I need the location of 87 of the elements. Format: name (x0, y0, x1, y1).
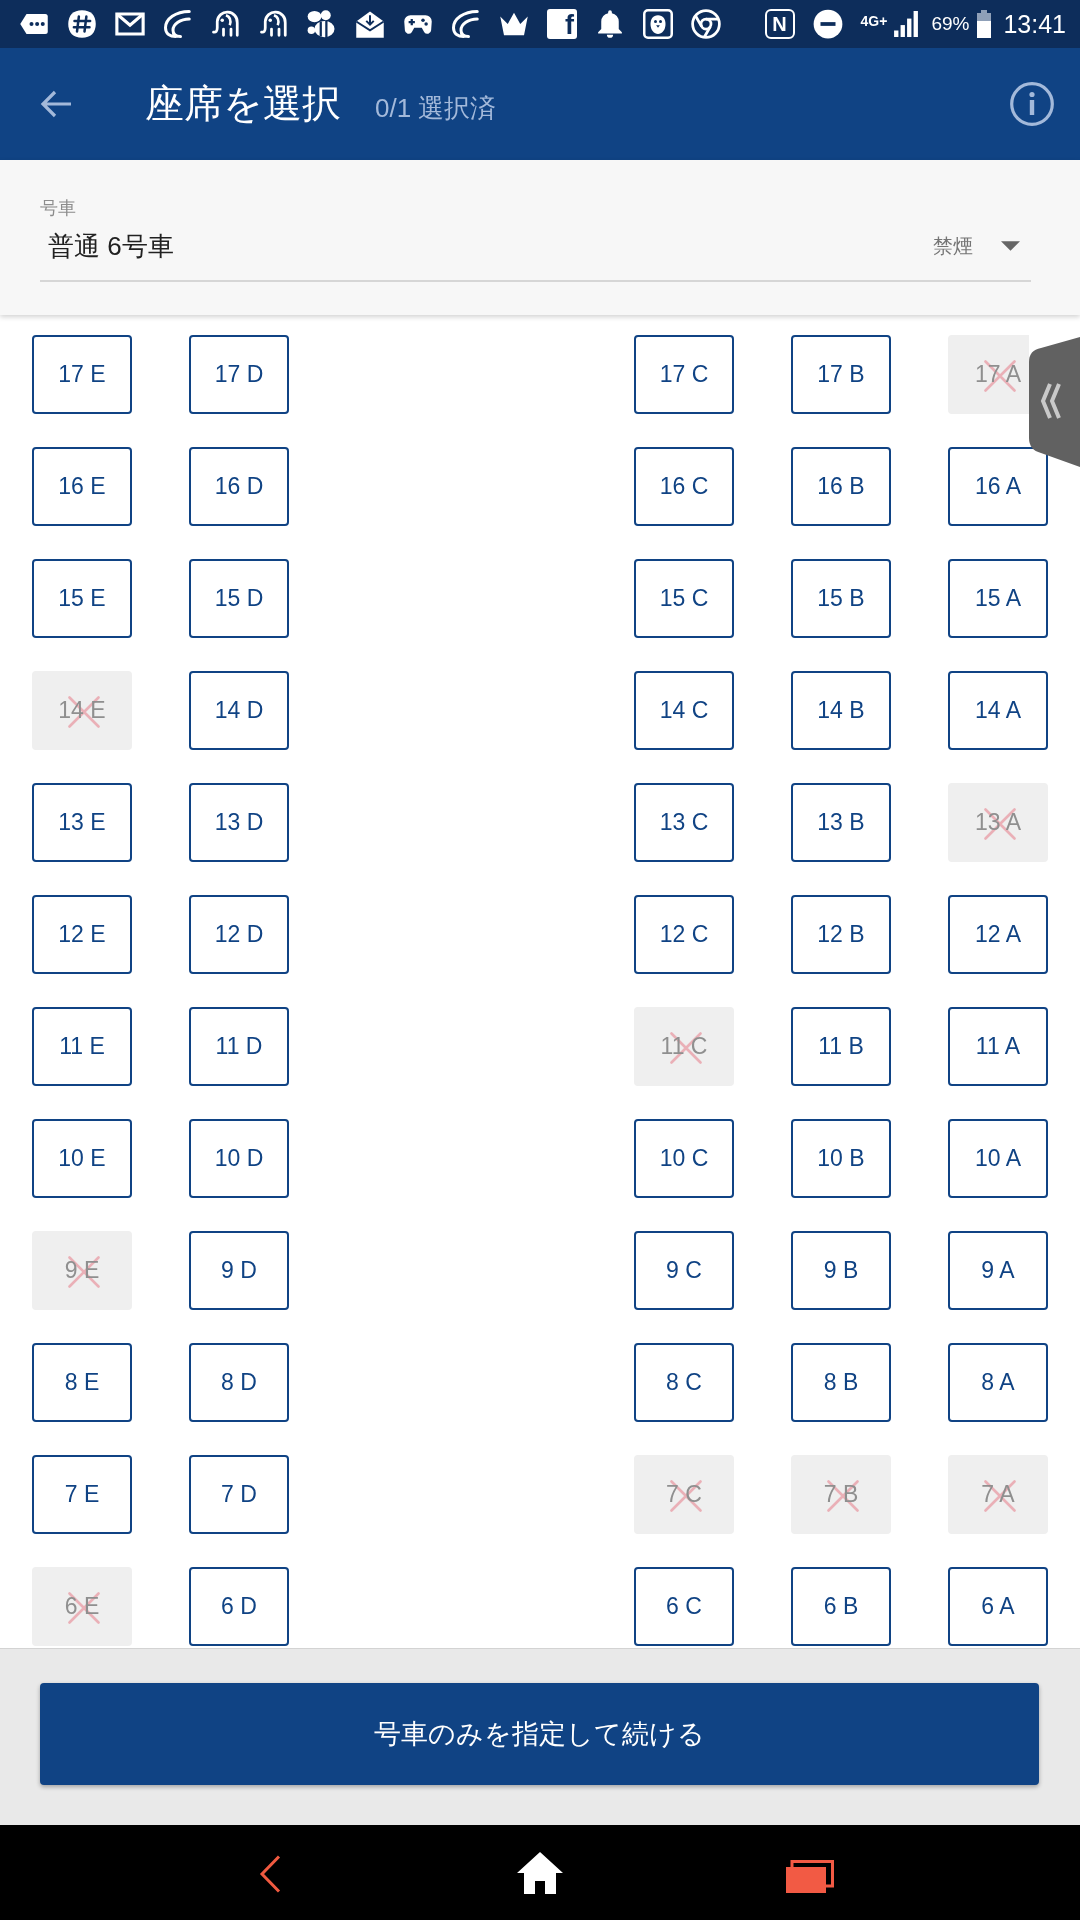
seat-button[interactable]: 8 A (948, 1343, 1048, 1422)
clock-time: 13:41 (1003, 9, 1066, 39)
recents-icon[interactable] (786, 1860, 834, 1893)
seat-button[interactable]: 14 B (791, 671, 891, 750)
cross-icon (68, 1256, 100, 1288)
battery-percent: 69% (931, 13, 970, 35)
seat-button[interactable]: 6 A (948, 1567, 1048, 1646)
seat-button[interactable]: 9 B (791, 1231, 891, 1310)
nfc-tile: N (764, 9, 795, 39)
seat-button[interactable]: 11 E (32, 1007, 132, 1086)
seat-button[interactable]: 11 D (189, 1007, 289, 1086)
bell-icon (595, 9, 625, 39)
seat-button[interactable]: 7 D (189, 1455, 289, 1534)
seat-button[interactable]: 10 A (948, 1119, 1048, 1198)
continue-button[interactable]: 号車のみを指定して続ける (40, 1683, 1039, 1785)
seat-button[interactable]: 8 E (32, 1343, 132, 1422)
bee-icon (307, 9, 337, 39)
envelope-arrow-icon (355, 9, 385, 39)
cross-icon (827, 1480, 859, 1512)
seat-button[interactable]: 13 C (634, 783, 734, 862)
seat-button[interactable]: 15 A (948, 559, 1048, 638)
seat-button[interactable]: 16 D (189, 447, 289, 526)
swirl-icon (163, 9, 193, 39)
back-icon[interactable] (259, 1854, 281, 1893)
swirl-icon (451, 9, 481, 39)
seat-button[interactable]: 15 E (32, 559, 132, 638)
seat-button[interactable]: 8 D (189, 1343, 289, 1422)
do-not-disturb-icon (812, 9, 843, 39)
back-arrow-icon[interactable] (40, 90, 72, 118)
seat-button[interactable]: 14 D (189, 671, 289, 750)
seat-button[interactable]: 15 C (634, 559, 734, 638)
envelope-icon (115, 9, 145, 39)
seat-button[interactable]: 11 A (948, 1007, 1048, 1086)
seat-button[interactable]: 16 C (634, 447, 734, 526)
seat-button[interactable]: 10 E (32, 1119, 132, 1198)
seat-button[interactable]: 10 D (189, 1119, 289, 1198)
seat-button[interactable]: 15 D (189, 559, 289, 638)
selected-car: 普通 6号車 (48, 229, 174, 263)
seat-button[interactable]: 6 B (791, 1567, 891, 1646)
seat-button[interactable]: 12 D (189, 895, 289, 974)
seat-button[interactable]: 9 D (189, 1231, 289, 1310)
seat-button[interactable]: 10 C (634, 1119, 734, 1198)
seat-button[interactable]: 16 E (32, 447, 132, 526)
seat-button[interactable]: 14 C (634, 671, 734, 750)
smoking-label: 禁煙 (933, 233, 973, 259)
seat-button[interactable]: 12 B (791, 895, 891, 974)
seat-button[interactable]: 17 D (189, 335, 289, 414)
signal-icon (893, 11, 920, 37)
seat-button[interactable]: 9 A (948, 1231, 1048, 1310)
seat-button[interactable]: 17 E (32, 335, 132, 414)
face-tile-icon (643, 9, 673, 39)
caret-icon (1001, 241, 1020, 251)
seat-button[interactable]: 14 A (948, 671, 1048, 750)
aperture-icon (691, 9, 721, 39)
seat-button[interactable]: 16 B (791, 447, 891, 526)
seat-button[interactable]: 12 A (948, 895, 1048, 974)
page-title: 座席を選択 (145, 81, 341, 127)
field-label: 号車 (40, 197, 76, 219)
double-chevron-icon (1040, 382, 1061, 420)
selection-count: 0/1 選択済 (375, 92, 497, 125)
drawer-handle[interactable] (1029, 337, 1080, 467)
elephant-icon (211, 9, 241, 39)
seat-button[interactable]: 12 C (634, 895, 734, 974)
elephant-icon (259, 9, 289, 39)
seat-button[interactable]: 6 C (634, 1567, 734, 1646)
seat-button[interactable]: 12 E (32, 895, 132, 974)
seat-button[interactable]: 17 B (791, 335, 891, 414)
seat-button[interactable]: 9 C (634, 1231, 734, 1310)
app-tile: f (547, 9, 577, 39)
seat-button[interactable]: 8 B (791, 1343, 891, 1422)
seat-button[interactable]: 13 D (189, 783, 289, 862)
seat-button[interactable]: 16 A (948, 447, 1048, 526)
seat-button[interactable]: 17 C (634, 335, 734, 414)
seat-button[interactable]: 8 C (634, 1343, 734, 1422)
seat-button[interactable]: 13 B (791, 783, 891, 862)
seat-button[interactable]: 10 B (791, 1119, 891, 1198)
cross-icon (68, 1592, 100, 1624)
seat-button[interactable]: 13 E (32, 783, 132, 862)
seat-button[interactable]: 11 B (791, 1007, 891, 1086)
battery-icon (977, 10, 992, 38)
hash-icon (67, 9, 97, 39)
seat-button[interactable]: 15 B (791, 559, 891, 638)
home-icon[interactable] (516, 1850, 564, 1895)
network-type: 4G+ (860, 13, 888, 29)
seat-button[interactable]: 6 D (189, 1567, 289, 1646)
seat-button[interactable]: 7 E (32, 1455, 132, 1534)
info-icon[interactable] (1010, 82, 1054, 126)
